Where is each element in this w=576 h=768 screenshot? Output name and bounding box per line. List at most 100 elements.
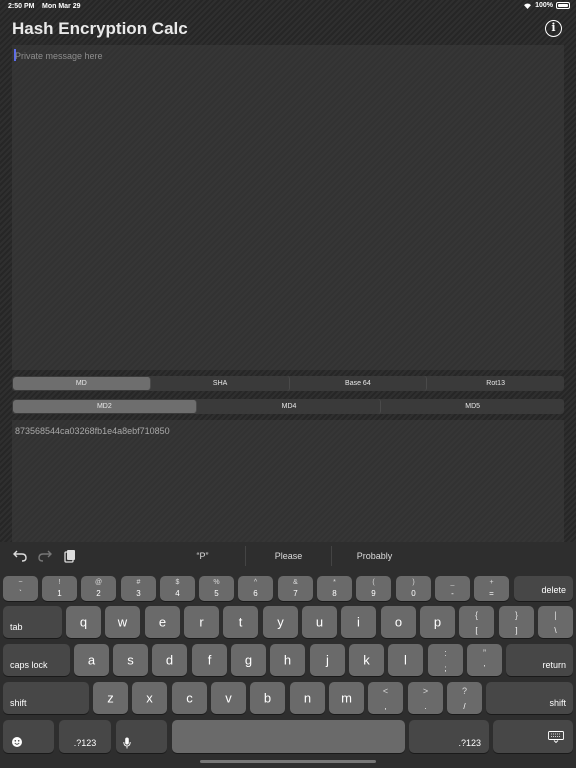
key-comma-base: , [384, 702, 387, 711]
key-0-shift: ) [412, 579, 415, 586]
key-w-label: w [117, 614, 128, 630]
segment-base64[interactable]: Base 64 [290, 376, 428, 391]
key-p[interactable]: p [420, 606, 455, 638]
return-key-label: return [542, 660, 566, 670]
key-j[interactable]: j [310, 644, 345, 676]
key-1[interactable]: ! 1 [42, 576, 77, 601]
key-h-label: h [283, 652, 292, 668]
key-b[interactable]: b [250, 682, 285, 714]
key-semicolon[interactable]: :; [428, 644, 463, 676]
segment-md[interactable]: MD [13, 377, 151, 390]
app-title: Hash Encryption Calc [12, 19, 188, 38]
status-time: 2:50 PM [8, 3, 35, 10]
battery-percent: 100% [535, 2, 553, 9]
key-4[interactable]: $4 [160, 576, 195, 601]
key-6[interactable]: ^ 6 [238, 576, 273, 601]
key-l[interactable]: l [388, 644, 423, 676]
key-p-label: p [433, 614, 442, 630]
tab-key-label: tab [10, 622, 23, 632]
segment-md5[interactable]: MD5 [381, 399, 564, 414]
key-g[interactable]: g [231, 644, 266, 676]
key-period-shift: > [422, 686, 429, 696]
mic-icon [123, 736, 131, 754]
key-comma[interactable]: <, [368, 682, 403, 714]
key-minus-shift: _ [450, 579, 455, 586]
shift-key-right[interactable]: shift [486, 682, 573, 714]
suggestion-1[interactable]: “P” [160, 551, 245, 561]
key-4-shift: $ [175, 579, 180, 586]
key-b-label: b [263, 690, 272, 706]
numbers-key-right[interactable]: .?123 [409, 720, 489, 753]
key-n[interactable]: n [290, 682, 325, 714]
key-grave[interactable]: ~ ` [3, 576, 38, 601]
key-e[interactable]: e [145, 606, 180, 638]
undo-icon[interactable] [12, 548, 28, 564]
delete-key[interactable]: delete [514, 576, 573, 601]
key-left-brace[interactable]: {[ [459, 606, 494, 638]
key-m-label: m [341, 690, 352, 706]
dictation-key[interactable] [116, 720, 167, 753]
message-input[interactable]: Private message here [12, 45, 564, 370]
info-icon[interactable]: i [545, 20, 562, 37]
hash-output-text: 873568544ca03268fb1e4a8ebf710850 [15, 426, 170, 436]
key-equals[interactable]: + = [474, 576, 509, 601]
key-r[interactable]: r [184, 606, 219, 638]
key-right-brace[interactable]: }] [499, 606, 534, 638]
key-c[interactable]: c [172, 682, 207, 714]
key-h[interactable]: h [270, 644, 305, 676]
key-minus[interactable]: _ - [435, 576, 470, 601]
hash-output[interactable]: 873568544ca03268fb1e4a8ebf710850 [12, 420, 564, 545]
key-period[interactable]: >. [408, 682, 443, 714]
key-5[interactable]: % 5 [199, 576, 234, 601]
key-w[interactable]: w [105, 606, 140, 638]
segment-md4[interactable]: MD4 [198, 399, 382, 414]
shift-key-left[interactable]: shift [3, 682, 89, 714]
key-z[interactable]: z [93, 682, 128, 714]
key-x[interactable]: x [132, 682, 167, 714]
key-u[interactable]: u [302, 606, 337, 638]
key-v[interactable]: v [211, 682, 246, 714]
key-backslash[interactable]: | \ [538, 606, 573, 638]
segment-md2[interactable]: MD2 [13, 400, 197, 413]
key-d[interactable]: d [152, 644, 187, 676]
key-slash-shift: ? [461, 686, 467, 696]
segment-rot13[interactable]: Rot13 [427, 376, 564, 391]
clipboard-icon[interactable] [62, 548, 78, 564]
key-m[interactable]: m [329, 682, 364, 714]
suggestion-3[interactable]: Probably [332, 551, 417, 561]
numbers-key-left[interactable]: .?123 [59, 720, 111, 753]
key-u-label: u [315, 614, 324, 630]
segment-sha[interactable]: SHA [152, 376, 290, 391]
keyboard-dismiss-key[interactable] [493, 720, 573, 753]
key-k[interactable]: k [349, 644, 384, 676]
key-9[interactable]: (9 [356, 576, 391, 601]
key-i[interactable]: i [341, 606, 376, 638]
tab-key[interactable]: tab [3, 606, 62, 638]
key-quote[interactable]: ”’ [467, 644, 502, 676]
key-t[interactable]: t [223, 606, 258, 638]
suggestion-2[interactable]: Please [246, 551, 331, 561]
key-f[interactable]: f [192, 644, 227, 676]
redo-icon[interactable] [37, 548, 53, 564]
key-7[interactable]: & 7 [278, 576, 313, 601]
space-bar[interactable] [172, 720, 405, 753]
key-y[interactable]: y [263, 606, 298, 638]
key-a[interactable]: a [74, 644, 109, 676]
key-right-brace-shift: } [514, 610, 518, 620]
return-key[interactable]: return [506, 644, 573, 676]
key-9-base: 9 [371, 589, 376, 598]
emoji-key[interactable] [3, 720, 54, 753]
key-2[interactable]: @2 [81, 576, 116, 601]
key-0-base: 0 [411, 589, 416, 598]
key-o[interactable]: o [381, 606, 416, 638]
key-0[interactable]: ) 0 [396, 576, 431, 601]
key-3[interactable]: #3 [121, 576, 156, 601]
battery-icon [556, 2, 570, 9]
key-7-base: 7 [293, 589, 298, 598]
key-8[interactable]: * 8 [317, 576, 352, 601]
key-s[interactable]: s [113, 644, 148, 676]
caps-lock-key[interactable]: caps lock [3, 644, 70, 676]
key-slash[interactable]: ? / [447, 682, 482, 714]
key-q[interactable]: q [66, 606, 101, 638]
key-r-label: r [199, 614, 204, 630]
